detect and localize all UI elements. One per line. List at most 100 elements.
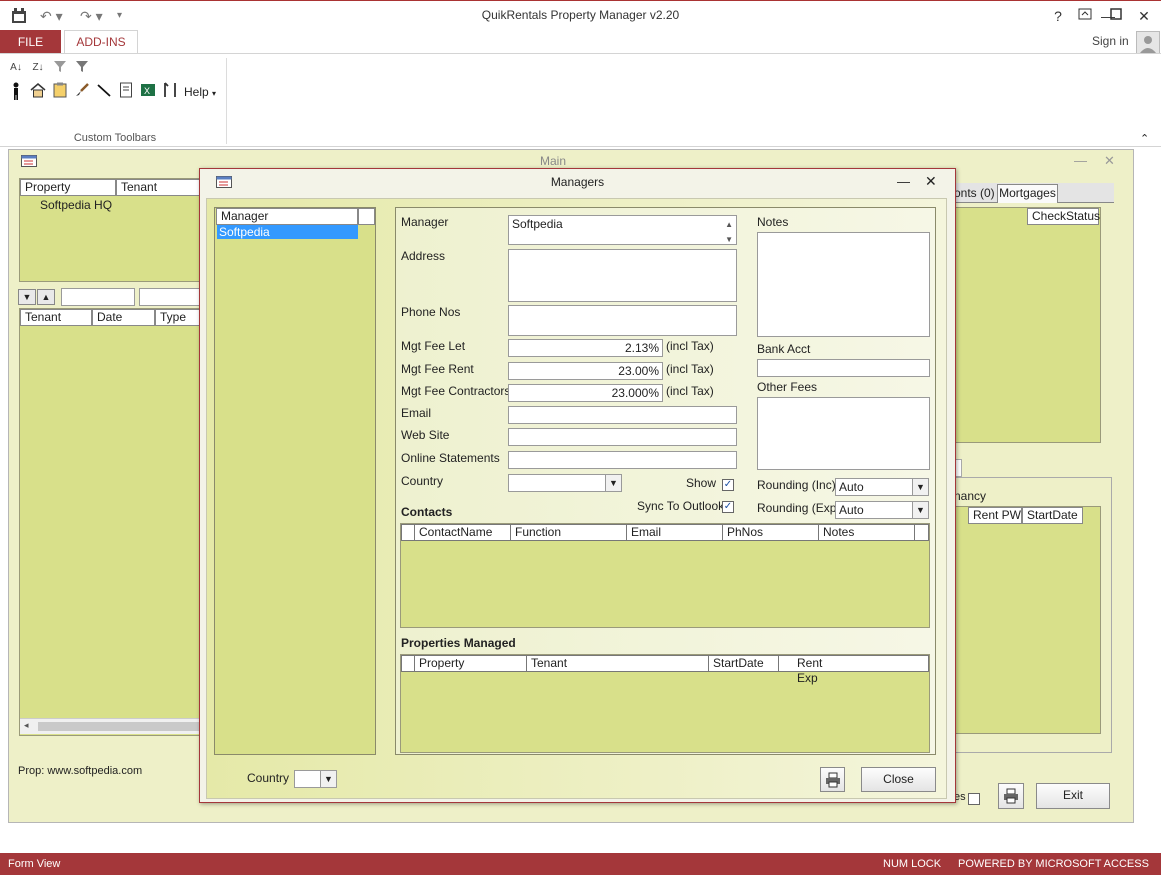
maximize-icon[interactable] bbox=[1106, 6, 1126, 26]
option-checkbox[interactable] bbox=[968, 793, 980, 805]
column-header-manager[interactable]: Manager bbox=[216, 208, 358, 225]
phone-field[interactable] bbox=[508, 305, 737, 336]
column-header-property[interactable]: Property bbox=[20, 179, 116, 196]
chevron-down-icon[interactable]: ▼ bbox=[912, 502, 928, 518]
email-label: Email bbox=[401, 406, 432, 420]
column-header-tenant[interactable]: Tenant bbox=[20, 309, 92, 326]
filter-icon[interactable] bbox=[72, 58, 92, 78]
dialog-title: Managers bbox=[550, 175, 605, 189]
help-menu[interactable]: Help ▾ bbox=[184, 85, 216, 99]
paintbrush-icon[interactable] bbox=[72, 82, 92, 102]
column-header-date[interactable]: Date bbox=[92, 309, 155, 326]
scroll-down-icon[interactable]: ▼ bbox=[725, 232, 733, 248]
bank-acct-field[interactable] bbox=[757, 359, 930, 377]
show-checkbox[interactable]: ✓ bbox=[722, 479, 734, 491]
address-field[interactable] bbox=[508, 249, 737, 302]
column-header-notes[interactable]: Notes bbox=[818, 525, 914, 540]
document-icon[interactable] bbox=[116, 82, 136, 102]
tenancy-grid[interactable] bbox=[954, 506, 1101, 734]
column-header-tenant[interactable]: Tenant bbox=[116, 179, 201, 196]
manager-label: Manager bbox=[401, 215, 449, 229]
mgt-fee-rent-field[interactable]: 23.00% bbox=[508, 362, 663, 380]
move-down-icon[interactable]: ▼ bbox=[18, 289, 36, 305]
properties-header-row: Property Tenant StartDate Rent Exp bbox=[401, 655, 929, 685]
list-item[interactable]: Softpedia bbox=[217, 225, 358, 239]
column-header-tenant[interactable]: Tenant bbox=[526, 656, 708, 671]
bank-acct-label: Bank Acct bbox=[757, 342, 811, 356]
close-icon[interactable]: ✕ bbox=[1134, 6, 1154, 26]
tools-icon[interactable] bbox=[160, 82, 180, 102]
contacts-header-row: ContactName Function Email PhNos Notes bbox=[401, 524, 929, 541]
sync-outlook-checkbox[interactable]: ✓ bbox=[722, 501, 734, 513]
filter-input-2[interactable] bbox=[139, 288, 201, 306]
dialog-print-button[interactable] bbox=[820, 767, 845, 792]
list-item[interactable]: Softpedia HQ bbox=[40, 198, 112, 212]
title-bar: ↶ ▾ ↷ ▾ ▾ QuikRentals Property Manager v… bbox=[0, 0, 1161, 30]
chevron-down-icon[interactable]: ▼ bbox=[320, 771, 336, 787]
ribbon-display-icon[interactable] bbox=[1075, 6, 1095, 26]
column-header-rent-pw[interactable]: Rent PW bbox=[968, 507, 1022, 524]
footer-country-label: Country bbox=[247, 771, 290, 785]
column-header-type[interactable]: Type bbox=[155, 309, 201, 326]
tenant-list[interactable] bbox=[19, 308, 201, 736]
scroll-up-icon[interactable]: ▲ bbox=[725, 217, 733, 233]
dialog-close-icon[interactable]: ✕ bbox=[925, 173, 937, 190]
avatar[interactable] bbox=[1136, 31, 1160, 55]
column-header-rent-exp[interactable]: Rent Exp bbox=[778, 656, 844, 685]
main-minimize-icon[interactable]: — bbox=[1074, 153, 1087, 168]
right-grid[interactable] bbox=[954, 207, 1101, 443]
tab-mortgages[interactable]: Mortgages bbox=[997, 184, 1058, 203]
website-field[interactable] bbox=[508, 428, 737, 446]
mgt-fee-contractors-label: Mgt Fee Contractors bbox=[401, 384, 511, 398]
tab-file[interactable]: FILE bbox=[0, 30, 61, 54]
sort-ascending-icon[interactable]: A↓ bbox=[6, 58, 26, 78]
print-button[interactable] bbox=[998, 783, 1024, 809]
column-header-startdate[interactable]: StartDate bbox=[1022, 507, 1083, 524]
help-icon[interactable]: ? bbox=[1048, 6, 1068, 26]
email-field[interactable] bbox=[508, 406, 737, 424]
filter-input-1[interactable] bbox=[61, 288, 135, 306]
notes-field[interactable] bbox=[757, 232, 930, 337]
move-up-icon[interactable]: ▲ bbox=[37, 289, 55, 305]
column-header-phnos[interactable]: PhNos bbox=[722, 525, 818, 540]
column-header-contactname[interactable]: ContactName bbox=[414, 525, 510, 540]
footer-country-select[interactable]: ▼ bbox=[294, 770, 337, 788]
online-statements-field[interactable] bbox=[508, 451, 737, 469]
column-header-checkstatus[interactable]: CheckStatus bbox=[1027, 208, 1100, 225]
main-form-title: Main bbox=[540, 154, 567, 168]
chevron-down-icon[interactable]: ▼ bbox=[912, 479, 928, 495]
person-icon[interactable] bbox=[6, 82, 26, 102]
scrollbar-thumb[interactable] bbox=[38, 722, 200, 731]
column-header-startdate[interactable]: StartDate bbox=[708, 656, 778, 671]
clear-filter-icon[interactable] bbox=[50, 58, 70, 78]
sign-in-link[interactable]: Sign in bbox=[1092, 34, 1129, 48]
house-icon[interactable] bbox=[28, 82, 48, 102]
exit-button[interactable]: Exit bbox=[1036, 783, 1110, 809]
incl-tax-label: (incl Tax) bbox=[666, 362, 714, 376]
main-close-icon[interactable]: ✕ bbox=[1104, 153, 1115, 169]
clipboard-icon[interactable] bbox=[50, 82, 70, 102]
mgt-fee-let-field[interactable]: 2.13% bbox=[508, 339, 663, 357]
excel-icon[interactable]: X bbox=[138, 82, 158, 102]
other-fees-field[interactable] bbox=[757, 397, 930, 470]
column-header-property[interactable]: Property bbox=[414, 656, 526, 671]
manager-list[interactable] bbox=[214, 207, 376, 755]
country-select[interactable]: ▼ bbox=[508, 474, 622, 492]
column-header-function[interactable]: Function bbox=[510, 525, 626, 540]
column-header-email[interactable]: Email bbox=[626, 525, 722, 540]
scroll-left-icon[interactable]: ◂ bbox=[24, 720, 29, 731]
properties-managed-title: Properties Managed bbox=[401, 636, 516, 650]
chevron-down-icon[interactable]: ▼ bbox=[605, 475, 621, 491]
horizontal-scrollbar[interactable]: ◂ bbox=[20, 718, 201, 734]
collapse-ribbon-icon[interactable]: ⌃ bbox=[1140, 132, 1149, 145]
tab-contents[interactable]: onts (0) bbox=[954, 184, 996, 203]
dialog-minimize-icon[interactable]: — bbox=[897, 174, 910, 189]
close-button[interactable]: Close bbox=[861, 767, 936, 792]
sort-descending-icon[interactable]: Z↓ bbox=[28, 58, 48, 78]
mgt-fee-contractors-field[interactable]: 23.000% bbox=[508, 384, 663, 402]
rounding-exp-select[interactable]: Auto ▼ bbox=[835, 501, 929, 519]
manager-field[interactable]: Softpedia ▲ ▼ bbox=[508, 215, 737, 245]
pen-icon[interactable] bbox=[94, 82, 114, 102]
rounding-inc-select[interactable]: Auto ▼ bbox=[835, 478, 929, 496]
tab-add-ins[interactable]: ADD-INS bbox=[64, 30, 138, 54]
